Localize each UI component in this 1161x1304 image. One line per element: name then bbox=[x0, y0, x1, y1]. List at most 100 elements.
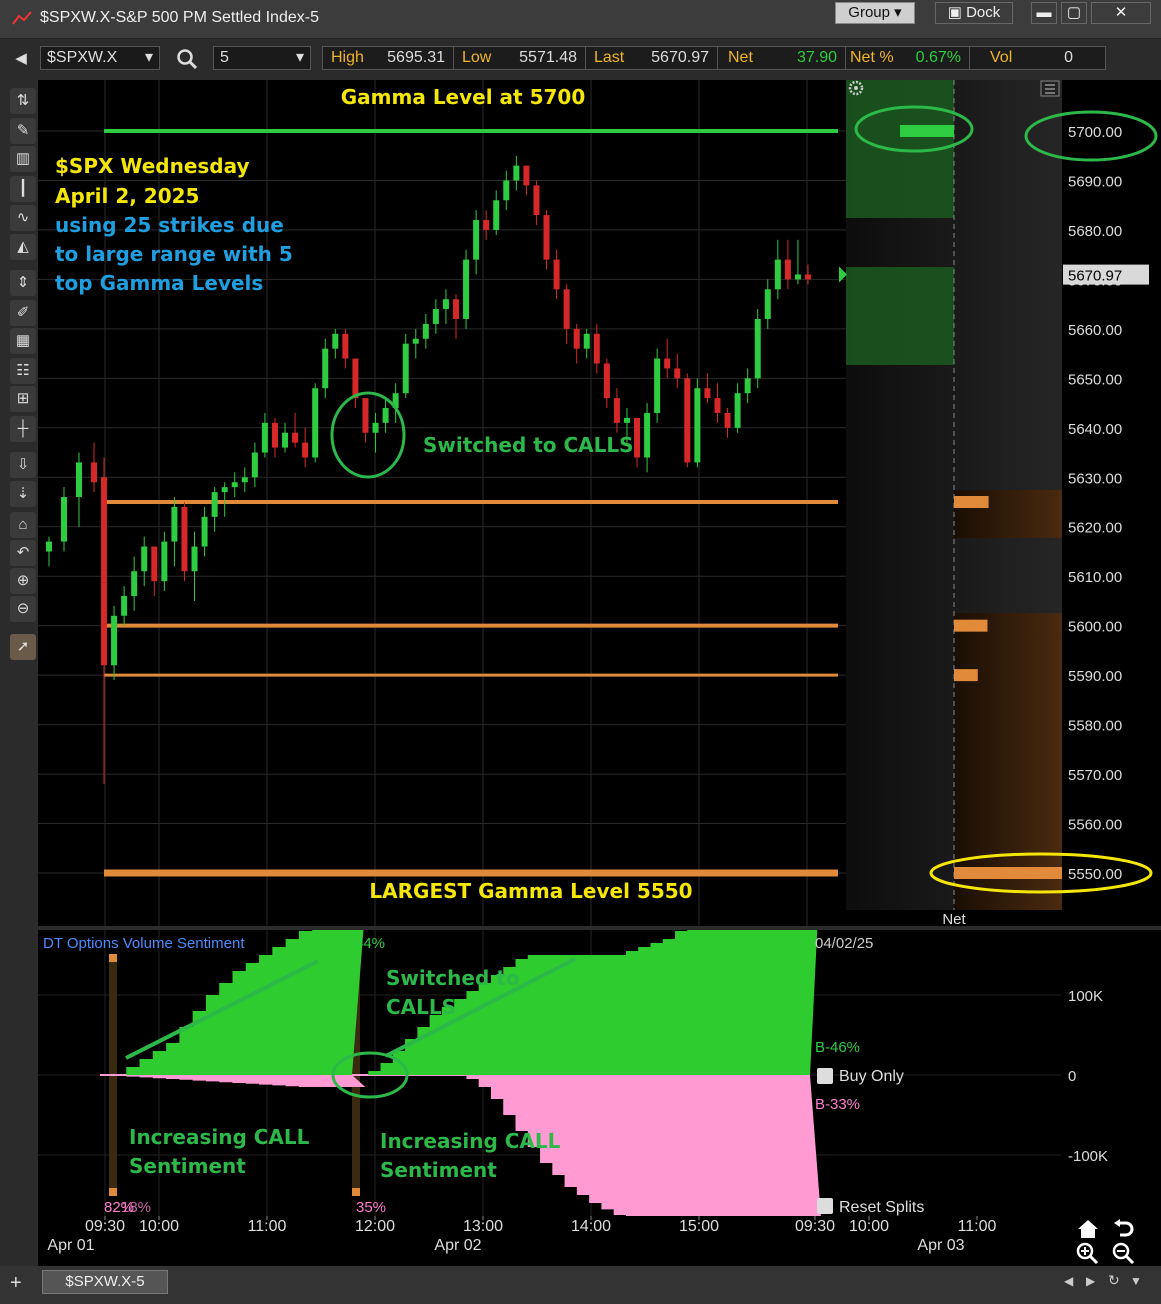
last-price-marker bbox=[839, 266, 847, 283]
sell-pct-label: B-33% bbox=[815, 1096, 860, 1113]
high-value: 5695.31 bbox=[387, 49, 445, 66]
line-icon[interactable]: ∿ bbox=[10, 205, 36, 231]
y-tick-label: 5580.00 bbox=[1068, 718, 1122, 735]
candle-body bbox=[432, 309, 439, 324]
spx-title-line2: April 2, 2025 bbox=[55, 184, 199, 208]
resize-icon[interactable]: ⇕ bbox=[10, 270, 36, 296]
minimize-icon[interactable]: ▬ bbox=[1031, 2, 1057, 24]
crosshair-icon[interactable]: ⊞ bbox=[10, 386, 36, 412]
tab-spxw[interactable]: $SPXW.X-5 bbox=[42, 1270, 168, 1294]
data-icon[interactable]: ⇩ bbox=[10, 452, 36, 478]
netpct-value: 0.67% bbox=[915, 49, 961, 66]
group-button[interactable]: Group ▾ bbox=[835, 2, 915, 24]
draw-icon[interactable]: ✎ bbox=[10, 118, 36, 144]
maximize-icon[interactable]: ▢ bbox=[1061, 2, 1087, 24]
candle-body bbox=[573, 328, 580, 349]
zoom-in-icon[interactable]: ⊕ bbox=[10, 568, 36, 594]
x-tick-label: 13:00 bbox=[463, 1218, 503, 1235]
vertical-arrows-icon[interactable]: ⇅ bbox=[10, 88, 36, 114]
zoom-out-icon[interactable] bbox=[1112, 1242, 1136, 1264]
table-icon[interactable]: ☷ bbox=[10, 358, 36, 384]
candle-body bbox=[372, 422, 379, 433]
candlestick-icon[interactable]: ▥ bbox=[10, 146, 36, 172]
back-arrow-icon[interactable]: ◀ bbox=[8, 46, 34, 72]
chevron-down-icon[interactable]: ▾ bbox=[145, 47, 153, 69]
buy-only-button[interactable]: Buy Only bbox=[839, 1068, 904, 1085]
chevron-down-icon[interactable]: ▼ bbox=[1130, 1274, 1142, 1288]
candle-body bbox=[774, 259, 781, 290]
interval-value: 5 bbox=[220, 49, 229, 66]
puts-area bbox=[113, 1075, 366, 1087]
interval-select[interactable]: 5 ▾ bbox=[213, 46, 311, 70]
x-tick-label: 10:00 bbox=[139, 1218, 179, 1235]
zoom-out-icon[interactable]: ⊖ bbox=[10, 596, 36, 622]
undo-icon[interactable]: ↶ bbox=[10, 540, 36, 566]
gamma-level-bar bbox=[954, 619, 988, 632]
candle-body bbox=[533, 185, 540, 216]
close-icon[interactable]: ✕ bbox=[1091, 2, 1151, 24]
candle-body bbox=[221, 487, 228, 493]
gamma-zone-orange bbox=[954, 613, 1062, 910]
candle-body bbox=[553, 259, 560, 290]
bar-icon[interactable]: ┃ bbox=[10, 176, 36, 202]
candle-body bbox=[322, 348, 329, 389]
price-chart[interactable]: 5700.005690.005680.005670.005660.005650.… bbox=[38, 80, 1161, 928]
dock-label: Dock bbox=[966, 4, 1001, 21]
home-icon[interactable]: ⌂ bbox=[10, 512, 36, 538]
add-tab-icon[interactable]: + bbox=[10, 1272, 22, 1295]
candle-body bbox=[583, 333, 590, 349]
y-tick-label: 5610.00 bbox=[1068, 569, 1122, 586]
y-tick-label: 5700.00 bbox=[1068, 124, 1122, 141]
gamma-zone-green bbox=[846, 267, 954, 365]
scroll-left-icon[interactable]: ◀ bbox=[1064, 1274, 1073, 1288]
reset-icon[interactable] bbox=[817, 1198, 833, 1214]
candle-body bbox=[523, 165, 530, 186]
candle-body bbox=[171, 506, 178, 542]
net-axis-label: Net bbox=[942, 911, 966, 926]
y-tick-label: 5570.00 bbox=[1068, 767, 1122, 784]
symbol-value: $SPXW.X bbox=[47, 49, 118, 66]
refresh-icon[interactable]: ↻ bbox=[1108, 1272, 1120, 1289]
undo-icon[interactable] bbox=[1112, 1218, 1136, 1240]
vol-cell: Vol 0 bbox=[970, 46, 1106, 70]
pointer-icon[interactable]: ➚ bbox=[10, 634, 36, 660]
vol-value: 0 bbox=[1064, 49, 1073, 66]
x-tick-label: 09:30 bbox=[795, 1218, 835, 1235]
pct-mid-label: 35% bbox=[356, 1199, 386, 1216]
y-tick-label: 5650.00 bbox=[1068, 371, 1122, 388]
menu-icon[interactable] bbox=[1040, 80, 1060, 97]
candle-body bbox=[442, 299, 449, 310]
candle-body bbox=[111, 615, 118, 666]
note-line2: to large range with 5 bbox=[55, 242, 293, 266]
candle-body bbox=[231, 482, 238, 488]
pencil-icon[interactable]: ✐ bbox=[10, 300, 36, 326]
inc1-line2: Sentiment bbox=[129, 1154, 246, 1178]
pct-top-label: 44% bbox=[355, 935, 385, 952]
candle-body bbox=[603, 363, 610, 399]
scroll-right-icon[interactable]: ▶ bbox=[1086, 1274, 1095, 1288]
sentiment-chart[interactable]: 200K100K0-100K-200K DT Options Volume Se… bbox=[38, 831, 1161, 1245]
horizontal-line-icon[interactable]: ┼ bbox=[10, 416, 36, 442]
y-tick-label: 100K bbox=[1068, 988, 1103, 1005]
zoom-in-icon[interactable] bbox=[1076, 1242, 1100, 1264]
last-value: 5670.97 bbox=[651, 49, 709, 66]
pct-left-label-2: 18% bbox=[121, 1199, 151, 1216]
home-icon[interactable] bbox=[1076, 1218, 1100, 1240]
dock-button[interactable]: ▣ Dock bbox=[935, 2, 1013, 24]
inc2-line2: Sentiment bbox=[380, 1158, 497, 1182]
gear-icon[interactable] bbox=[817, 1068, 833, 1084]
chevron-down-icon: ▾ bbox=[894, 4, 902, 21]
mountain-icon[interactable]: ◭ bbox=[10, 234, 36, 260]
search-icon[interactable] bbox=[176, 48, 198, 70]
gamma-level-bar bbox=[954, 867, 1062, 879]
split-marker-cap bbox=[109, 1188, 117, 1196]
chevron-down-icon[interactable]: ▾ bbox=[296, 47, 304, 69]
candle-body bbox=[362, 398, 369, 433]
cursor-icon[interactable]: ⇣ bbox=[10, 481, 36, 507]
symbol-input[interactable]: $SPXW.X ▾ bbox=[40, 46, 160, 70]
reset-splits-button[interactable]: Reset Splits bbox=[839, 1199, 924, 1216]
gamma-level-bar bbox=[900, 125, 954, 137]
grid-icon[interactable]: ▦ bbox=[10, 328, 36, 354]
candle-body bbox=[684, 378, 691, 463]
candle-body bbox=[613, 398, 620, 423]
